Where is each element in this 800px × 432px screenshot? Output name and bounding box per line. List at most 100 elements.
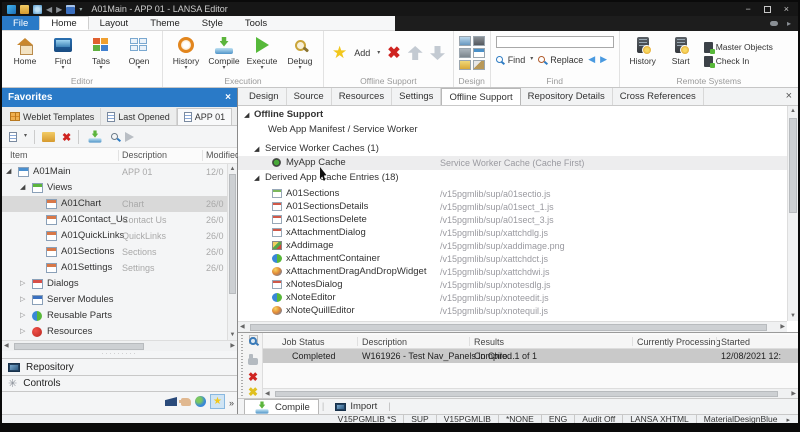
remote-history-button[interactable]: History bbox=[625, 33, 661, 66]
find-dropdown-icon[interactable]: ▾ bbox=[530, 57, 533, 62]
tab-tools[interactable]: Tools bbox=[234, 16, 278, 30]
cloud-icon[interactable] bbox=[770, 21, 778, 26]
job-search-icon[interactable] bbox=[249, 337, 257, 345]
open-button[interactable]: Open▾ bbox=[121, 33, 157, 71]
cache-entry-row[interactable]: A01Sections /v15pgmlib/sup/a01sectio.js bbox=[238, 187, 787, 201]
move-up-icon[interactable] bbox=[408, 46, 423, 60]
jobs-panel-grip[interactable] bbox=[241, 335, 243, 396]
job-row-selected[interactable]: Completed W161926 - Test Nav_Panels in C… bbox=[263, 349, 798, 363]
add-button[interactable]: Add bbox=[354, 48, 370, 58]
tab-last-opened[interactable]: Last Opened bbox=[101, 108, 177, 125]
design-tool-icon-4[interactable] bbox=[473, 48, 485, 58]
minimize-button[interactable]: − bbox=[745, 4, 750, 14]
forward-icon[interactable]: ▶ bbox=[56, 5, 62, 14]
cache-entry-row[interactable]: xAttachmentDialog /v15pgmlib/sup/xattchd… bbox=[238, 226, 787, 240]
document-close-icon[interactable]: × bbox=[786, 90, 792, 102]
jobs-horizontal-scrollbar[interactable]: ◀ ▶ bbox=[263, 388, 798, 398]
replace-button[interactable]: Replace bbox=[550, 55, 583, 65]
tree-row[interactable]: Reusable Parts bbox=[2, 308, 227, 324]
master-objects-button[interactable]: Master Objects bbox=[704, 42, 773, 53]
tree-row[interactable]: A01Main APP 01 12/0 bbox=[2, 164, 227, 180]
compile-small-icon[interactable] bbox=[89, 130, 102, 142]
tab-app-01[interactable]: APP 01 bbox=[177, 108, 232, 125]
find-combobox[interactable] bbox=[496, 36, 614, 48]
column-results[interactable]: Results bbox=[474, 337, 504, 347]
folder-icon[interactable] bbox=[20, 5, 29, 14]
back-icon[interactable]: ◀ bbox=[46, 5, 52, 14]
history-button[interactable]: History▾ bbox=[168, 33, 204, 71]
tree-row[interactable]: A01QuickLinks QuickLinks 26/0 bbox=[2, 228, 227, 244]
column-currently-processing[interactable]: Currently Processing bbox=[637, 337, 721, 347]
tab-weblet-templates[interactable]: Weblet Templates bbox=[4, 108, 101, 125]
execute-button[interactable]: Execute▾ bbox=[244, 33, 280, 71]
tab-home[interactable]: Home bbox=[39, 16, 88, 30]
tab-settings[interactable]: Settings bbox=[392, 88, 441, 105]
compile-button[interactable]: Compile▾ bbox=[206, 33, 242, 71]
expander-icon[interactable] bbox=[20, 279, 25, 287]
import-icon[interactable] bbox=[33, 5, 42, 14]
job-approve-icon[interactable] bbox=[248, 358, 258, 365]
offline-support-root-row[interactable]: Offline Support bbox=[238, 108, 787, 122]
tab-theme[interactable]: Theme bbox=[139, 16, 191, 30]
search-small-icon[interactable] bbox=[111, 133, 118, 140]
status-more-icon[interactable] bbox=[784, 415, 790, 424]
cache-entry-row[interactable]: xNotesDialog /v15pgmlib/sup/xnotesdlg.js bbox=[238, 278, 787, 292]
maximize-button[interactable] bbox=[764, 6, 771, 13]
favorites-close-icon[interactable]: × bbox=[225, 92, 231, 103]
column-modified[interactable]: Modified bbox=[206, 150, 240, 160]
tab-design[interactable]: Design bbox=[242, 88, 287, 105]
pointer-hand-icon[interactable] bbox=[181, 398, 191, 406]
tab-layout[interactable]: Layout bbox=[89, 16, 140, 30]
design-tool-icon-3[interactable] bbox=[459, 48, 471, 58]
cache-entry-row[interactable]: xAttachmentContainer /v15pgmlib/sup/xatt… bbox=[238, 252, 787, 266]
tab-offline-support[interactable]: Offline Support bbox=[441, 88, 520, 105]
more-panels-icon[interactable] bbox=[229, 393, 234, 411]
expander-icon[interactable] bbox=[6, 167, 11, 175]
tab-resources[interactable]: Resources bbox=[332, 88, 392, 105]
content-vertical-scrollbar[interactable]: ▲ ▼ bbox=[787, 106, 798, 321]
tab-source[interactable]: Source bbox=[287, 88, 332, 105]
find-button[interactable]: Find▾ bbox=[45, 33, 81, 71]
expander-icon[interactable] bbox=[244, 111, 249, 119]
controls-panel-header[interactable]: Controls bbox=[2, 375, 237, 392]
cache-entry-row[interactable]: A01SectionsDetails /v15pgmlib/sup/a01sec… bbox=[238, 200, 787, 214]
save-dropdown-icon[interactable]: ▾ bbox=[79, 6, 82, 13]
panel-splitter[interactable]: ········· bbox=[2, 351, 237, 358]
tab-file[interactable]: File bbox=[2, 16, 39, 30]
tree-row[interactable]: A01Settings Settings 26/0 bbox=[2, 260, 227, 276]
move-down-icon[interactable] bbox=[430, 46, 445, 60]
tree-vertical-scrollbar[interactable]: ▲ ▼ bbox=[227, 164, 237, 340]
delete-icon[interactable] bbox=[62, 128, 71, 146]
sw-caches-group-row[interactable]: Service Worker Caches (1) bbox=[238, 142, 787, 156]
cache-entry-row[interactable]: xAttachmentDragAndDropWidget /v15pgmlib/… bbox=[238, 265, 787, 279]
cache-entry-row[interactable]: A01SectionsDelete /v15pgmlib/sup/a01sect… bbox=[238, 213, 787, 227]
tree-row[interactable]: A01Sections Sections 26/0 bbox=[2, 244, 227, 260]
expander-icon[interactable] bbox=[20, 327, 25, 335]
tree-row[interactable]: Dialogs bbox=[2, 276, 227, 292]
repository-panel-header[interactable]: Repository bbox=[2, 358, 237, 375]
expander-icon[interactable] bbox=[20, 183, 25, 191]
tabs-button[interactable]: Tabs▾ bbox=[83, 33, 119, 71]
column-description[interactable]: Description bbox=[362, 337, 407, 347]
find-previous-icon[interactable]: ◀ bbox=[588, 54, 595, 65]
add-star-icon[interactable] bbox=[332, 43, 347, 63]
design-tool-icon-6[interactable] bbox=[473, 60, 485, 70]
tab-cross-references[interactable]: Cross References bbox=[613, 88, 704, 105]
cache-entry-row[interactable]: xAddimage /v15pgmlib/sup/xaddimage.png bbox=[238, 239, 787, 253]
expander-icon[interactable] bbox=[254, 145, 259, 153]
ribbon-expand-icon[interactable] bbox=[787, 18, 791, 29]
open-folder-icon[interactable] bbox=[42, 132, 55, 142]
cache-entry-row[interactable]: xNoteQuillEditor /v15pgmlib/sup/xnotequi… bbox=[238, 304, 787, 318]
close-button[interactable]: × bbox=[784, 4, 789, 14]
tab-compile[interactable]: Compile bbox=[244, 399, 319, 414]
tree-row[interactable]: Resources bbox=[2, 324, 227, 340]
tree-row[interactable]: Server Modules bbox=[2, 292, 227, 308]
delete-x-icon[interactable] bbox=[387, 43, 400, 63]
add-dropdown-icon[interactable]: ▾ bbox=[377, 51, 380, 56]
column-description[interactable]: Description bbox=[122, 150, 167, 160]
list-view-icon[interactable] bbox=[9, 132, 17, 142]
tree-row[interactable]: A01Contact_Us Contact Us 26/0 bbox=[2, 212, 227, 228]
save-icon[interactable] bbox=[66, 5, 75, 14]
home-button[interactable]: Home bbox=[7, 33, 43, 66]
expander-icon[interactable] bbox=[20, 295, 25, 303]
